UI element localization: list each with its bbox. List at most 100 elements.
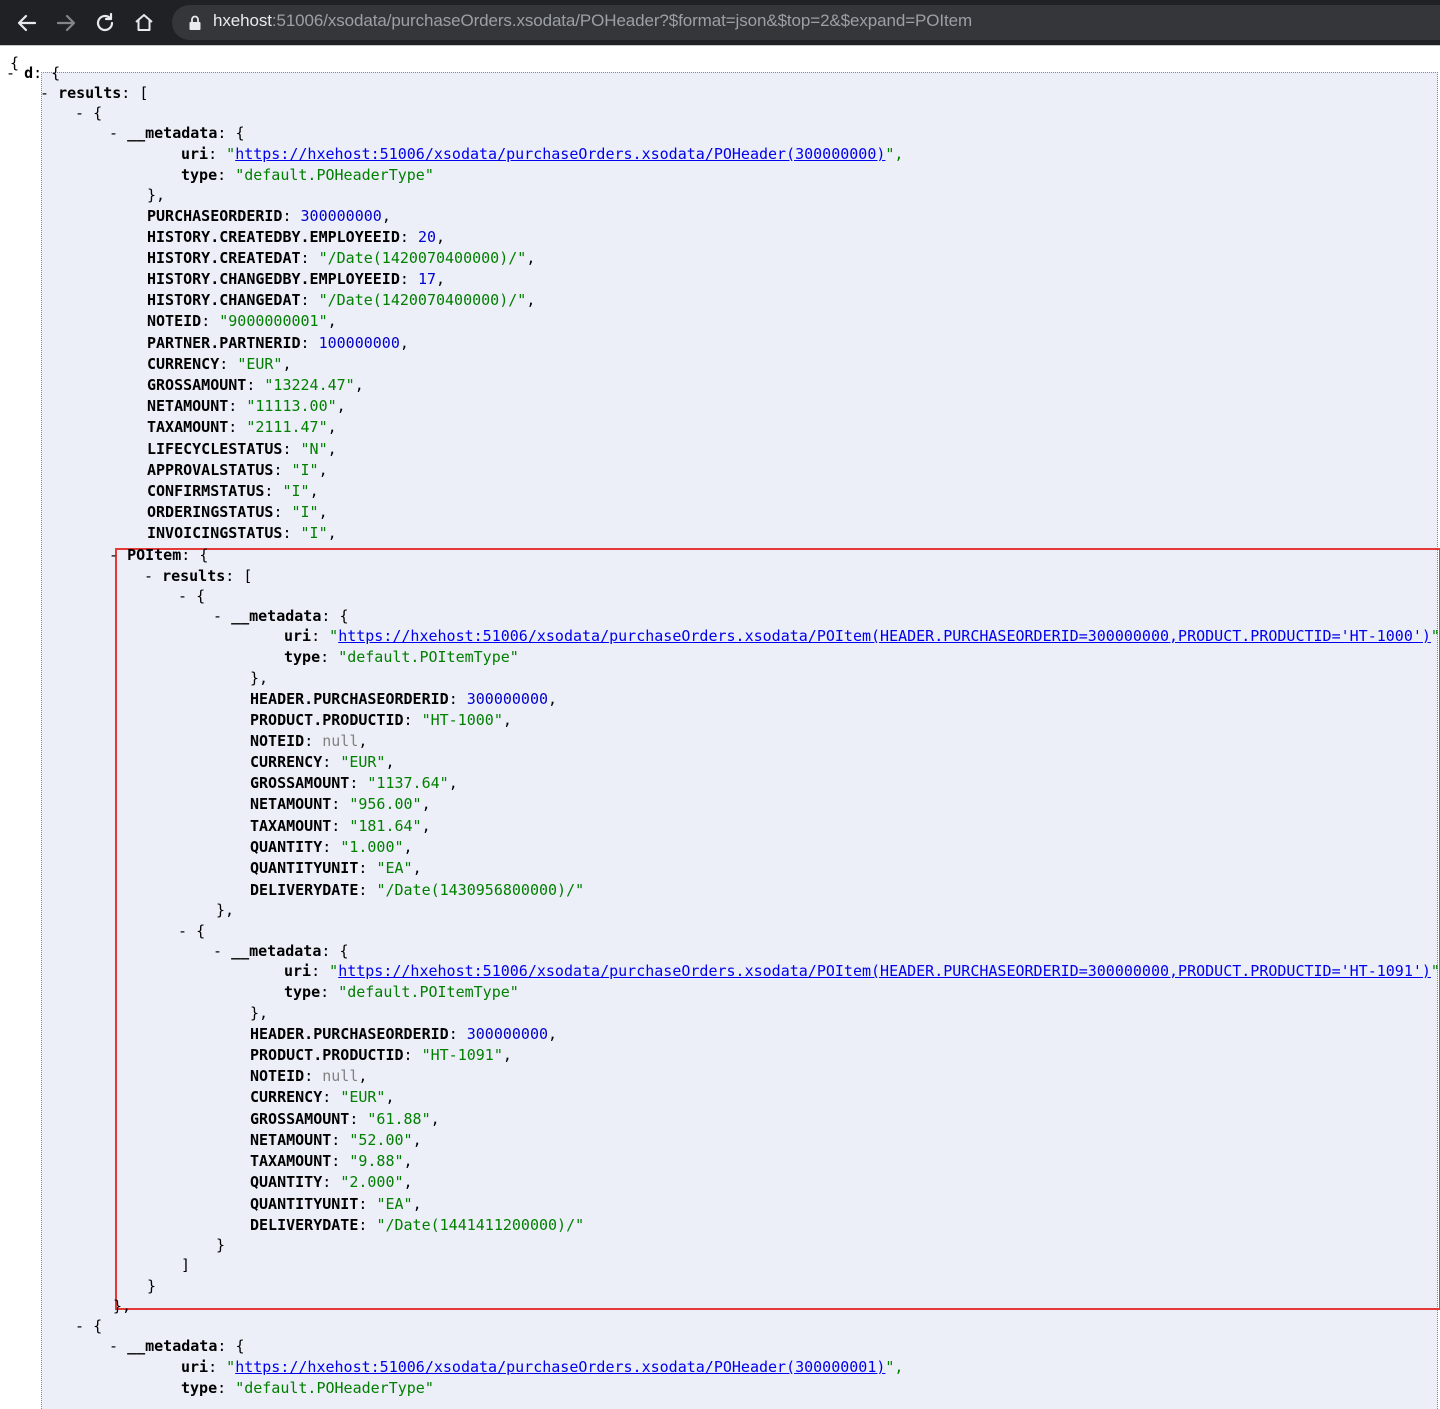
address-bar[interactable]: hxehost:51006/xsodata/purchaseOrders.xso…	[172, 5, 1440, 40]
json-key: __metadata	[127, 1337, 218, 1355]
collapse-toggle[interactable]: -	[109, 546, 127, 564]
json-key: NOTEID	[250, 732, 305, 750]
json-line: }	[216, 1235, 225, 1256]
json-uri-link[interactable]: https://hxehost:51006/xsodata/purchaseOr…	[338, 962, 1431, 980]
json-null-value: null	[322, 1067, 359, 1085]
json-key: POItem	[127, 546, 182, 564]
json-string-value: "61.88"	[367, 1110, 431, 1128]
collapse-toggle[interactable]: -	[109, 124, 127, 142]
json-punctuation: ,	[358, 1067, 368, 1085]
collapse-toggle[interactable]: -	[75, 104, 93, 122]
json-line: QUANTITY: "2.000",	[250, 1173, 413, 1191]
json-line: - __metadata: {	[213, 607, 349, 625]
collapse-toggle[interactable]: -	[178, 587, 196, 605]
url-text[interactable]: hxehost:51006/xsodata/purchaseOrders.xso…	[213, 11, 972, 31]
json-line: GROSSAMOUNT: "13224.47",	[147, 376, 364, 394]
json-punctuation: ,	[282, 355, 292, 373]
json-key: CONFIRMSTATUS	[147, 482, 265, 500]
json-line: NOTEID: null,	[250, 732, 368, 750]
json-punctuation: ,	[502, 1046, 512, 1064]
json-line: - {	[178, 586, 205, 607]
collapse-toggle[interactable]: -	[109, 1337, 127, 1355]
json-line: NETAMOUNT: "52.00",	[250, 1131, 422, 1149]
json-line: HISTORY.CREATEDBY.EMPLOYEEID: 20,	[147, 228, 446, 246]
json-number-value: 300000000	[300, 207, 382, 225]
json-key: GROSSAMOUNT	[250, 1110, 350, 1128]
json-key: HISTORY.CREATEDBY.EMPLOYEEID	[147, 228, 400, 246]
json-uri-link[interactable]: https://hxehost:51006/xsodata/purchaseOr…	[338, 627, 1431, 645]
json-line: NOTEID: null,	[250, 1067, 368, 1085]
json-string-value: "EA"	[376, 859, 413, 877]
json-quote: "	[329, 627, 339, 645]
json-key: type	[284, 983, 321, 1001]
json-number-value: 20	[417, 228, 436, 246]
json-key: TAXAMOUNT	[250, 817, 332, 835]
json-bracket: {	[235, 124, 245, 142]
json-bracket: {	[93, 1317, 103, 1335]
home-icon[interactable]	[131, 10, 157, 36]
json-uri-link[interactable]: https://hxehost:51006/xsodata/purchaseOr…	[235, 1358, 885, 1376]
json-punctuation: ",	[885, 1358, 904, 1376]
collapse-toggle[interactable]: -	[40, 84, 58, 102]
json-key: d	[24, 64, 34, 82]
json-key: PARTNER.PARTNERID	[147, 334, 301, 352]
json-line: - {	[178, 921, 205, 942]
json-key: INVOICINGSTATUS	[147, 524, 283, 542]
json-key: QUANTITYUNIT	[250, 859, 359, 877]
json-punctuation: ,	[448, 774, 458, 792]
json-key: APPROVALSTATUS	[147, 461, 274, 479]
collapse-toggle[interactable]: -	[213, 607, 231, 625]
json-key: NOTEID	[250, 1067, 305, 1085]
json-punctuation: ,	[502, 711, 512, 729]
forward-arrow-icon[interactable]	[53, 10, 79, 36]
json-line: - __metadata: {	[109, 1337, 245, 1355]
json-line: }	[147, 1276, 156, 1297]
json-number-value: 300000000	[466, 1025, 549, 1043]
back-arrow-icon[interactable]	[14, 10, 40, 36]
json-key: DELIVERYDATE	[250, 881, 359, 899]
json-string-value: "2.000"	[340, 1173, 404, 1191]
json-key: NETAMOUNT	[250, 795, 332, 813]
json-line: - POItem: {	[109, 546, 209, 564]
json-line: type: "default.POItemType"	[284, 648, 519, 666]
json-line: HEADER.PURCHASEORDERID: 300000000,	[250, 1025, 558, 1043]
json-line: TAXAMOUNT: "9.88",	[250, 1152, 413, 1170]
json-line: QUANTITYUNIT: "EA",	[250, 1195, 422, 1213]
json-punctuation: ,	[354, 376, 364, 394]
json-key: uri	[181, 145, 209, 163]
collapse-toggle[interactable]: -	[144, 567, 162, 585]
json-line: HEADER.PURCHASEORDERID: 300000000,	[250, 690, 558, 708]
collapse-toggle[interactable]: -	[6, 64, 24, 82]
json-string-value: "13224.47"	[264, 376, 355, 394]
reload-icon[interactable]	[92, 10, 118, 36]
json-string-value: "52.00"	[349, 1131, 413, 1149]
json-key: NOTEID	[147, 312, 202, 330]
json-punctuation: ,	[327, 418, 337, 436]
json-number-value: 100000000	[318, 334, 400, 352]
json-key: uri	[284, 627, 312, 645]
json-line: type: "default.POItemType"	[284, 983, 519, 1001]
json-uri-link[interactable]: https://hxehost:51006/xsodata/purchaseOr…	[235, 145, 885, 163]
json-key: CURRENCY	[250, 1088, 323, 1106]
json-line: PARTNER.PARTNERID: 100000000,	[147, 334, 409, 352]
json-string-value: "EUR"	[340, 1088, 386, 1106]
collapse-toggle[interactable]: -	[75, 1317, 93, 1335]
collapse-toggle[interactable]: -	[213, 942, 231, 960]
json-bracket: {	[93, 104, 103, 122]
json-punctuation: ,	[327, 524, 337, 542]
collapse-toggle[interactable]: -	[178, 922, 196, 940]
json-key: results	[162, 567, 226, 585]
json-line: HISTORY.CHANGEDBY.EMPLOYEEID: 17,	[147, 270, 446, 288]
json-line: HISTORY.CHANGEDAT: "/Date(1420070400000)…	[147, 291, 536, 309]
json-string-value: "HT-1000"	[421, 711, 503, 729]
json-string-value: "2111.47"	[246, 418, 328, 436]
lock-icon[interactable]	[188, 15, 202, 36]
json-string-value: "/Date(1430956800000)/"	[376, 881, 585, 899]
json-bracket: {	[235, 1337, 245, 1355]
json-punctuation: ,	[399, 334, 409, 352]
json-key: type	[181, 1379, 218, 1397]
json-null-value: null	[322, 732, 359, 750]
json-bracket: },	[216, 901, 235, 919]
json-string-value: "I"	[291, 503, 319, 521]
json-key: TAXAMOUNT	[147, 418, 229, 436]
